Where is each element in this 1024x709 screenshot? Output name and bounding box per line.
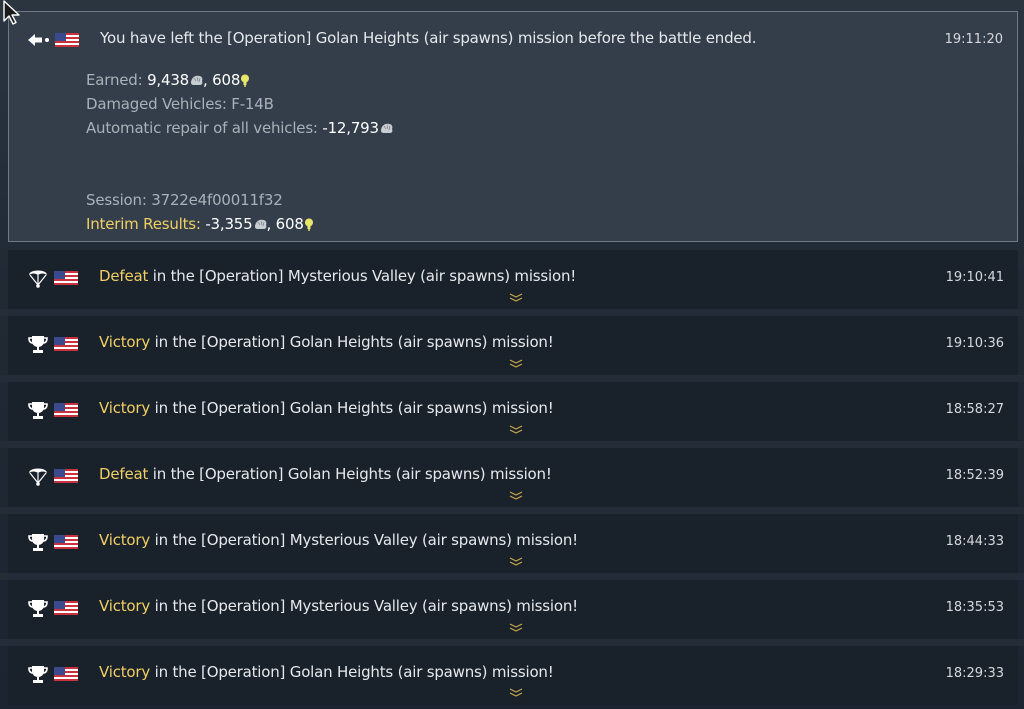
log-message: Defeat in the [Operation] Mysterious Val… [99,267,576,285]
log-entry[interactable]: Victory in the [Operation] Golan Heights… [8,646,1018,705]
silver-lions-icon [190,75,203,86]
usa-flag-icon [54,271,78,285]
interim-silver-value: -3,355 [205,215,253,233]
log-time: 18:44:33 [945,534,1004,549]
session-value: 3722e4f00011f32 [151,191,283,209]
interim-results-line: Interim Results: -3,355, 608 [86,215,313,233]
mission-text: in the [Operation] Golan Heights (air sp… [150,399,554,417]
usa-flag-icon [54,403,78,417]
trophy-icon [26,531,50,553]
session-label: Session: [86,191,152,209]
usa-flag-icon [54,535,78,549]
repair-line: Automatic repair of all vehicles: -12,79… [86,119,393,137]
left-mission-arrow-icon [27,29,51,51]
log-message: Victory in the [Operation] Golan Heights… [99,663,554,681]
trophy-icon [26,333,50,355]
expand-chevron-icon[interactable] [508,424,524,434]
result-label: Victory [99,399,151,417]
interim-rp-value: 608 [275,215,304,233]
usa-flag-icon [55,33,79,47]
log-message: Defeat in the [Operation] Golan Heights … [99,465,552,483]
parachute-icon [26,464,50,486]
mission-text: in the [Operation] Golan Heights (air sp… [150,663,554,681]
expand-chevron-icon[interactable] [508,622,524,632]
log-entry[interactable]: Defeat in the [Operation] Mysterious Val… [8,250,1018,309]
separator: , [203,71,213,89]
log-message: Victory in the [Operation] Mysterious Va… [99,531,578,549]
session-line: Session: 3722e4f00011f32 [86,191,283,209]
damaged-label: Damaged Vehicles: [86,95,232,113]
log-entry[interactable]: Victory in the [Operation] Mysterious Va… [8,580,1018,639]
result-label: Defeat [99,267,149,285]
separator: , [266,215,276,233]
research-points-icon [304,218,313,231]
trophy-icon [26,663,50,685]
result-label: Victory [99,597,151,615]
usa-flag-icon [54,469,78,483]
trophy-icon [26,399,50,421]
earned-label: Earned: [86,71,148,89]
expand-chevron-icon[interactable] [508,490,524,500]
log-message: Victory in the [Operation] Golan Heights… [99,333,554,351]
expand-chevron-icon[interactable] [508,556,524,566]
mission-text: in the [Operation] Golan Heights (air sp… [150,333,554,351]
log-time: 18:52:39 [945,468,1004,483]
repair-value: -12,793 [322,119,379,137]
log-entry[interactable]: Victory in the [Operation] Golan Heights… [8,382,1018,441]
log-entry[interactable]: Victory in the [Operation] Mysterious Va… [8,514,1018,573]
log-message: Victory in the [Operation] Golan Heights… [99,399,554,417]
log-time: 19:10:36 [945,336,1004,351]
expand-chevron-icon[interactable] [508,687,524,697]
log-message: Victory in the [Operation] Mysterious Va… [99,597,578,615]
log-entry[interactable]: Victory in the [Operation] Golan Heights… [8,316,1018,375]
result-label: Victory [99,531,151,549]
log-time: 18:35:53 [945,600,1004,615]
usa-flag-icon [54,337,78,351]
log-time: 19:11:20 [944,32,1003,47]
earned-line: Earned: 9,438, 608 [86,71,250,89]
battle-log: You have left the [Operation] Golan Heig… [0,0,1024,709]
result-label: Victory [99,333,151,351]
expand-chevron-icon[interactable] [508,358,524,368]
mission-text: in the [Operation] Mysterious Valley (ai… [148,267,577,285]
usa-flag-icon [54,601,78,615]
mission-text: in the [Operation] Mysterious Valley (ai… [150,597,579,615]
log-time: 18:29:33 [945,666,1004,681]
repair-label: Automatic repair of all vehicles: [86,119,323,137]
silver-lions-icon [380,123,393,134]
log-message: You have left the [Operation] Golan Heig… [100,29,757,47]
result-label: Victory [99,663,151,681]
expanded-log-entry[interactable]: You have left the [Operation] Golan Heig… [8,11,1018,242]
interim-label: Interim Results: [86,215,206,233]
log-entry[interactable]: Defeat in the [Operation] Golan Heights … [8,448,1018,507]
damaged-vehicles-line: Damaged Vehicles: F-14B [86,95,274,113]
mouse-cursor-icon [3,0,20,25]
earned-rp-value: 608 [212,71,241,89]
log-time: 19:10:41 [945,270,1004,285]
expand-chevron-icon[interactable] [508,292,524,302]
mission-text: in the [Operation] Golan Heights (air sp… [148,465,552,483]
result-label: Defeat [99,465,149,483]
silver-lions-icon [254,219,267,230]
log-time: 18:58:27 [945,402,1004,417]
damaged-value: F-14B [231,95,274,113]
earned-silver-value: 9,438 [147,71,190,89]
parachute-icon [26,266,50,288]
research-points-icon [241,74,250,87]
mission-text: in the [Operation] Mysterious Valley (ai… [150,531,579,549]
trophy-icon [26,597,50,619]
usa-flag-icon [54,667,78,681]
